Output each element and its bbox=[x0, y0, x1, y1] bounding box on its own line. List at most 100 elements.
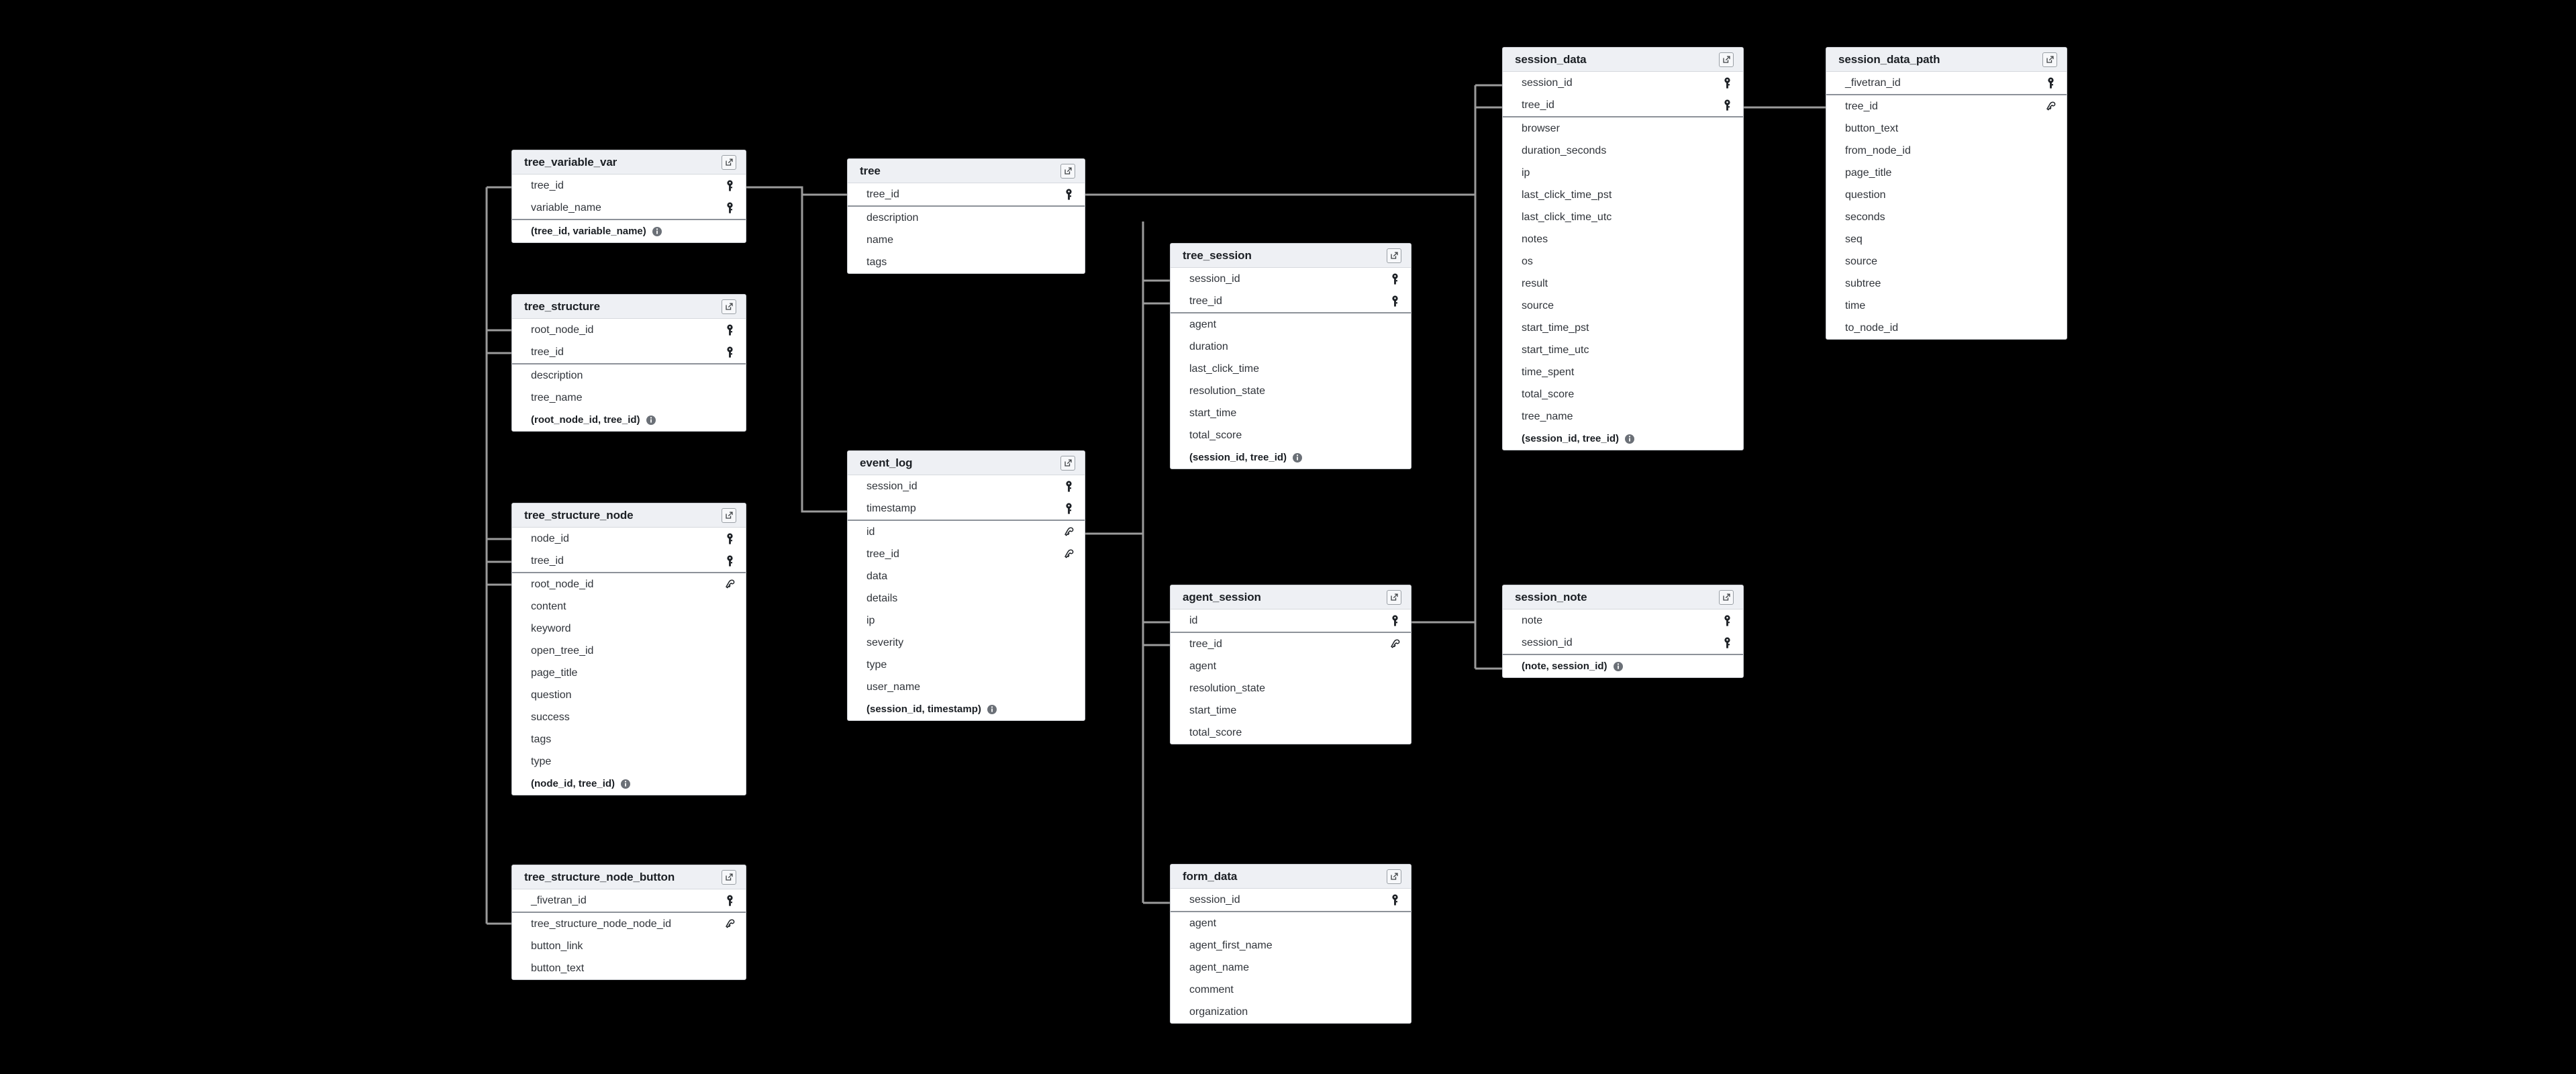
field-row[interactable]: content bbox=[512, 595, 746, 618]
field-row[interactable]: resolution_state bbox=[1171, 677, 1411, 699]
field-row[interactable]: subtree bbox=[1826, 273, 2067, 295]
field-row[interactable]: tree_id bbox=[848, 183, 1085, 205]
entity-tree_variable_var[interactable]: tree_variable_var tree_id variable_name (tr… bbox=[511, 150, 746, 243]
field-row[interactable]: agent bbox=[1171, 655, 1411, 677]
field-row[interactable]: data bbox=[848, 565, 1085, 587]
field-row[interactable]: tree_structure_node_node_id bbox=[512, 913, 746, 935]
field-row[interactable]: user_name bbox=[848, 676, 1085, 698]
field-row[interactable]: tree_id bbox=[848, 543, 1085, 565]
external-link-icon[interactable] bbox=[1387, 589, 1401, 605]
entity-session_note[interactable]: session_note note session_id (note, session… bbox=[1502, 585, 1744, 678]
field-row[interactable]: to_node_id bbox=[1826, 317, 2067, 339]
field-row[interactable]: time_spent bbox=[1503, 361, 1743, 383]
field-row[interactable]: description bbox=[848, 207, 1085, 229]
field-row[interactable]: tree_id bbox=[512, 341, 746, 363]
field-row[interactable]: tree_id bbox=[512, 175, 746, 197]
info-icon[interactable] bbox=[987, 704, 997, 715]
field-row[interactable]: seq bbox=[1826, 228, 2067, 250]
field-row[interactable]: button_text bbox=[512, 957, 746, 979]
field-row[interactable]: page_title bbox=[1826, 162, 2067, 184]
field-row[interactable]: details bbox=[848, 587, 1085, 609]
info-icon[interactable] bbox=[620, 779, 631, 789]
entity-tree_session[interactable]: tree_session session_id tree_id agent durati… bbox=[1170, 243, 1411, 469]
field-row[interactable]: tree_id bbox=[1503, 94, 1743, 116]
field-row[interactable]: time bbox=[1826, 295, 2067, 317]
external-link-icon[interactable] bbox=[1719, 52, 1734, 67]
field-row[interactable]: question bbox=[512, 684, 746, 706]
entity-agent_session[interactable]: agent_session id tree_id agent resolution_st… bbox=[1170, 585, 1411, 744]
field-row[interactable]: timestamp bbox=[848, 497, 1085, 520]
field-row[interactable]: _fivetran_id bbox=[1826, 72, 2067, 94]
field-row[interactable]: tags bbox=[512, 728, 746, 750]
field-row[interactable]: name bbox=[848, 229, 1085, 251]
field-row[interactable]: browser bbox=[1503, 117, 1743, 140]
field-row[interactable]: session_id bbox=[1503, 72, 1743, 94]
field-row[interactable]: note bbox=[1503, 609, 1743, 632]
info-icon[interactable] bbox=[1613, 661, 1624, 672]
field-row[interactable]: tags bbox=[848, 251, 1085, 273]
field-row[interactable]: from_node_id bbox=[1826, 140, 2067, 162]
field-row[interactable]: ip bbox=[1503, 162, 1743, 184]
field-row[interactable]: open_tree_id bbox=[512, 640, 746, 662]
field-row[interactable]: id bbox=[1171, 609, 1411, 632]
entity-tree_structure_node[interactable]: tree_structure_node node_id tree_id root_no… bbox=[511, 503, 746, 795]
external-link-icon[interactable] bbox=[1719, 589, 1734, 605]
field-row[interactable]: start_time bbox=[1171, 402, 1411, 424]
field-row[interactable]: result bbox=[1503, 273, 1743, 295]
field-row[interactable]: seconds bbox=[1826, 206, 2067, 228]
entity-session_data_path[interactable]: session_data_path _fivetran_id tree_id butt… bbox=[1826, 47, 2067, 340]
field-row[interactable]: tree_name bbox=[1503, 405, 1743, 428]
field-row[interactable]: tree_id bbox=[1171, 290, 1411, 312]
field-row[interactable]: agent bbox=[1171, 313, 1411, 336]
field-row[interactable]: session_id bbox=[848, 475, 1085, 497]
field-row[interactable]: tree_id bbox=[1171, 633, 1411, 655]
external-link-icon[interactable] bbox=[1060, 455, 1075, 471]
field-row[interactable]: total_score bbox=[1503, 383, 1743, 405]
external-link-icon[interactable] bbox=[722, 299, 736, 314]
entity-event_log[interactable]: event_log session_id timestamp id tree_id dat… bbox=[847, 450, 1085, 721]
field-row[interactable]: source bbox=[1503, 295, 1743, 317]
info-icon[interactable] bbox=[1624, 434, 1635, 444]
field-row[interactable]: variable_name bbox=[512, 197, 746, 219]
field-row[interactable]: last_click_time_pst bbox=[1503, 184, 1743, 206]
field-row[interactable]: id bbox=[848, 521, 1085, 543]
field-row[interactable]: keyword bbox=[512, 618, 746, 640]
field-row[interactable]: root_node_id bbox=[512, 573, 746, 595]
entity-tree_structure_node_button[interactable]: tree_structure_node_button _fivetran_id tr… bbox=[511, 865, 746, 980]
info-icon[interactable] bbox=[1292, 452, 1303, 463]
field-row[interactable]: tree_id bbox=[1826, 95, 2067, 117]
field-row[interactable]: agent bbox=[1171, 912, 1411, 934]
field-row[interactable]: severity bbox=[848, 632, 1085, 654]
field-row[interactable]: tree_id bbox=[512, 550, 746, 572]
field-row[interactable]: type bbox=[512, 750, 746, 773]
field-row[interactable]: agent_first_name bbox=[1171, 934, 1411, 957]
field-row[interactable]: question bbox=[1826, 184, 2067, 206]
field-row[interactable]: duration bbox=[1171, 336, 1411, 358]
field-row[interactable]: tree_name bbox=[512, 387, 746, 409]
external-link-icon[interactable] bbox=[1387, 869, 1401, 884]
entity-session_data[interactable]: session_data session_id tree_id browser dura… bbox=[1502, 47, 1744, 450]
entity-form_data[interactable]: form_data session_id agent agent_first_name… bbox=[1170, 864, 1411, 1024]
external-link-icon[interactable] bbox=[1060, 163, 1075, 179]
field-row[interactable]: os bbox=[1503, 250, 1743, 273]
field-row[interactable]: source bbox=[1826, 250, 2067, 273]
field-row[interactable]: session_id bbox=[1171, 268, 1411, 290]
field-row[interactable]: node_id bbox=[512, 528, 746, 550]
field-row[interactable]: start_time_utc bbox=[1503, 339, 1743, 361]
field-row[interactable]: _fivetran_id bbox=[512, 889, 746, 912]
external-link-icon[interactable] bbox=[722, 507, 736, 523]
field-row[interactable]: last_click_time bbox=[1171, 358, 1411, 380]
field-row[interactable]: duration_seconds bbox=[1503, 140, 1743, 162]
field-row[interactable]: resolution_state bbox=[1171, 380, 1411, 402]
field-row[interactable]: organization bbox=[1171, 1001, 1411, 1023]
entity-tree_structure[interactable]: tree_structure root_node_id tree_id descrip… bbox=[511, 294, 746, 432]
field-row[interactable]: page_title bbox=[512, 662, 746, 684]
field-row[interactable]: total_score bbox=[1171, 722, 1411, 744]
field-row[interactable]: description bbox=[512, 364, 746, 387]
field-row[interactable]: notes bbox=[1503, 228, 1743, 250]
field-row[interactable]: button_text bbox=[1826, 117, 2067, 140]
external-link-icon[interactable] bbox=[722, 154, 736, 170]
field-row[interactable]: comment bbox=[1171, 979, 1411, 1001]
field-row[interactable]: start_time bbox=[1171, 699, 1411, 722]
field-row[interactable]: type bbox=[848, 654, 1085, 676]
